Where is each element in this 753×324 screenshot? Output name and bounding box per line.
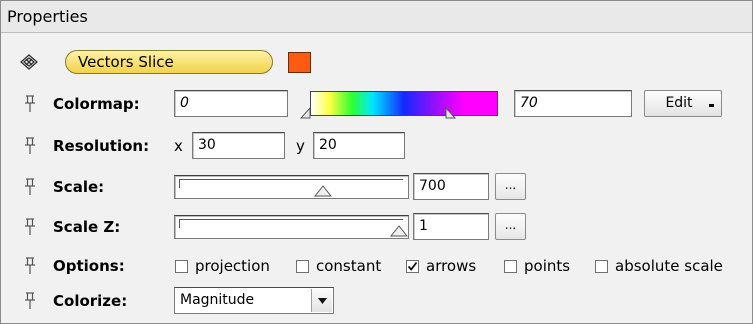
vectors-icon bbox=[18, 51, 40, 73]
resolution-x-label: x bbox=[174, 137, 183, 155]
colorize-label: Colorize: bbox=[53, 292, 128, 310]
colormap-editor[interactable] bbox=[298, 88, 498, 120]
properties-panel: Properties Vectors Slice Colormap: 0 70 … bbox=[0, 0, 753, 324]
option-constant-label: constant bbox=[316, 257, 382, 275]
option-points-label: points bbox=[524, 257, 571, 275]
option-constant-checkbox[interactable] bbox=[296, 259, 309, 273]
resolution-label: Resolution: bbox=[53, 137, 150, 155]
colormap-upper-marker[interactable] bbox=[445, 107, 457, 119]
scale-slider-stub bbox=[179, 179, 180, 188]
scale-z-slider-stub bbox=[179, 219, 180, 228]
colorize-selected-value: Magnitude bbox=[180, 292, 255, 308]
scale-z-browse-button[interactable]: ... bbox=[495, 213, 526, 240]
resolution-x-input[interactable]: 30 bbox=[192, 132, 285, 159]
scale-z-row: Scale Z: 1 ... bbox=[1, 211, 752, 243]
option-arrows-checkbox[interactable] bbox=[406, 259, 419, 273]
colormap-min-input[interactable]: 0 bbox=[174, 90, 288, 117]
pin-icon[interactable] bbox=[23, 136, 37, 156]
properties-body: Vectors Slice Colormap: 0 70 Edit Resolu… bbox=[1, 34, 752, 323]
scale-value-input[interactable]: 700 bbox=[413, 173, 489, 200]
scale-browse-button[interactable]: ... bbox=[495, 173, 526, 200]
option-arrows-label: arrows bbox=[426, 257, 477, 275]
pin-icon[interactable] bbox=[23, 217, 37, 237]
colorize-row: Colorize: Magnitude bbox=[1, 285, 752, 317]
option-absolute-scale-checkbox[interactable] bbox=[595, 259, 608, 273]
option-projection-label: projection bbox=[195, 257, 270, 275]
colormap-lower-marker[interactable] bbox=[300, 107, 312, 119]
edit-button-label: Edit bbox=[665, 95, 693, 111]
panel-title: Properties bbox=[1, 1, 752, 33]
colormap-edit-button[interactable]: Edit bbox=[644, 90, 722, 117]
resolution-y-label: y bbox=[296, 137, 305, 155]
scale-slider-groove bbox=[179, 179, 403, 180]
scale-label: Scale: bbox=[53, 178, 105, 196]
options-row: Options: projection constant arrows poin… bbox=[1, 250, 752, 282]
pin-icon[interactable] bbox=[23, 291, 37, 311]
option-absolute-scale-label: absolute scale bbox=[615, 257, 723, 275]
chevron-down-icon[interactable] bbox=[311, 289, 332, 312]
option-points-checkbox[interactable] bbox=[504, 259, 517, 273]
option-absolute-scale[interactable]: absolute scale bbox=[595, 250, 723, 282]
scale-slider-thumb[interactable] bbox=[314, 185, 333, 197]
dropdown-indicator-icon bbox=[709, 104, 714, 107]
pin-icon[interactable] bbox=[23, 256, 37, 276]
scale-slider[interactable] bbox=[174, 175, 409, 199]
option-arrows[interactable]: arrows bbox=[406, 250, 476, 282]
resolution-row: Resolution: x 30 y 20 bbox=[1, 130, 752, 162]
scale-z-slider-groove bbox=[179, 219, 403, 220]
colorize-select[interactable]: Magnitude bbox=[174, 287, 334, 314]
object-color-swatch[interactable] bbox=[288, 52, 311, 73]
scale-z-slider-thumb[interactable] bbox=[390, 225, 408, 237]
option-projection[interactable]: projection bbox=[175, 250, 270, 282]
object-row: Vectors Slice bbox=[1, 46, 752, 78]
options-label: Options: bbox=[53, 257, 125, 275]
colormap-max-input[interactable]: 70 bbox=[514, 90, 632, 117]
object-name-text: Vectors Slice bbox=[78, 53, 174, 71]
option-constant[interactable]: constant bbox=[296, 250, 381, 282]
scale-z-slider[interactable] bbox=[174, 215, 409, 239]
checkmark-icon bbox=[407, 261, 418, 271]
colormap-gradient bbox=[310, 91, 498, 116]
resolution-y-input[interactable]: 20 bbox=[313, 132, 405, 159]
colormap-label: Colormap: bbox=[53, 95, 140, 113]
scale-z-label: Scale Z: bbox=[53, 218, 121, 236]
colormap-row: Colormap: 0 70 Edit bbox=[1, 88, 752, 120]
option-projection-checkbox[interactable] bbox=[175, 259, 188, 273]
pin-icon[interactable] bbox=[23, 94, 37, 114]
pin-icon[interactable] bbox=[23, 177, 37, 197]
object-name-label[interactable]: Vectors Slice bbox=[65, 50, 273, 74]
option-points[interactable]: points bbox=[504, 250, 570, 282]
scale-z-value-input[interactable]: 1 bbox=[413, 213, 489, 240]
scale-row: Scale: 700 ... bbox=[1, 171, 752, 203]
